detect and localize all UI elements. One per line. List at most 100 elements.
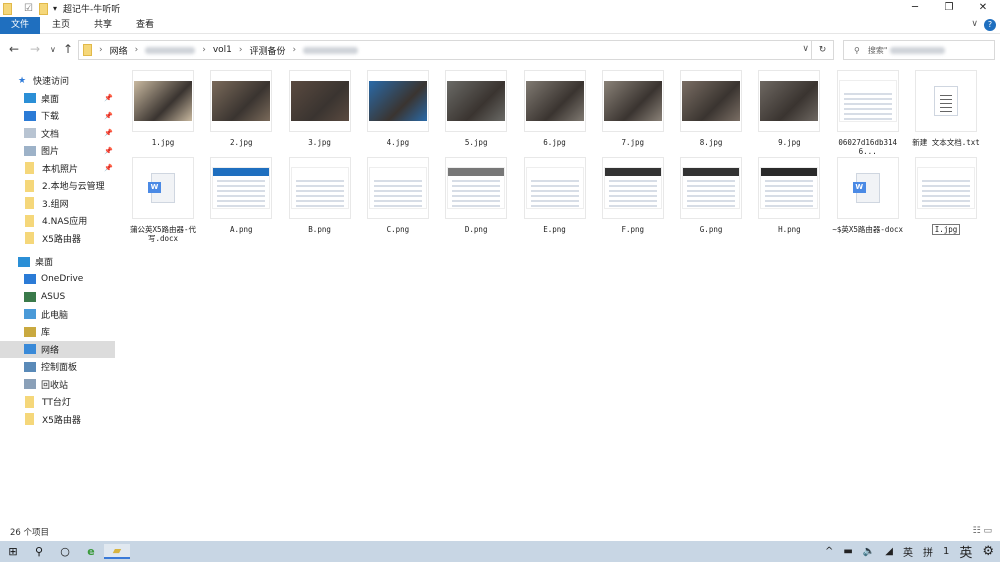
file-item[interactable]: 7.jpg	[595, 70, 671, 147]
sidebar-item[interactable]: 4.NAS应用	[0, 212, 115, 230]
battery-icon[interactable]: ▬	[843, 546, 852, 557]
sidebar-item[interactable]: TT台灯	[0, 393, 115, 411]
pin-icon[interactable]: 📌	[104, 147, 113, 155]
file-item[interactable]: 8.jpg	[673, 70, 749, 147]
sidebar-item[interactable]: 网络	[0, 340, 115, 358]
file-item[interactable]: I.jpg	[908, 157, 984, 235]
file-item[interactable]: 06027d16db3146...	[830, 70, 906, 156]
pin-icon[interactable]: 📌	[104, 164, 113, 172]
new-folder-icon[interactable]	[38, 2, 48, 15]
search-input[interactable]: ⚲ 搜索"	[843, 40, 995, 60]
folder-icon	[25, 232, 34, 245]
sidebar-item[interactable]: 控制面板	[0, 358, 115, 376]
start-button[interactable]: ⊞	[0, 545, 26, 558]
search-button[interactable]: ⚲	[26, 545, 52, 558]
file-item[interactable]: 2.jpg	[203, 70, 279, 147]
breadcrumb-host-blurred[interactable]	[145, 46, 196, 54]
view-toggle[interactable]: ☷ ▭	[973, 526, 992, 536]
pin-icon[interactable]: 📌	[104, 94, 113, 102]
sidebar-item[interactable]: 3.组网	[0, 195, 115, 213]
tab-view[interactable]: 查看	[124, 17, 166, 34]
pin-icon[interactable]: 📌	[104, 112, 113, 120]
maximize-button[interactable]: ❐	[932, 0, 966, 16]
file-thumbnail	[210, 157, 273, 219]
breadcrumb-network[interactable]: 网络	[110, 44, 128, 57]
ime-mode[interactable]: 拼	[923, 544, 933, 559]
word-document-icon: W	[852, 173, 880, 203]
file-item[interactable]: E.png	[517, 157, 593, 234]
file-name: 8.jpg	[699, 138, 723, 147]
tab-file[interactable]: 文件	[0, 16, 40, 34]
file-item[interactable]: B.png	[282, 157, 358, 234]
forward-button[interactable]: →	[30, 42, 40, 56]
item-count: 26 个项目	[10, 528, 50, 538]
pin-icon[interactable]: 📌	[104, 129, 113, 137]
file-item[interactable]: A.png	[203, 157, 279, 234]
ime-language[interactable]: 英	[903, 544, 913, 559]
sidebar-item[interactable]: ASUS	[0, 288, 115, 306]
file-name: I.jpg	[931, 224, 961, 235]
tab-home[interactable]: 主页	[40, 17, 82, 34]
sidebar-item[interactable]: 桌面 📌	[0, 90, 115, 108]
cortana-button[interactable]: ○	[52, 545, 78, 558]
file-item[interactable]: 9.jpg	[751, 70, 827, 147]
file-thumbnail	[366, 70, 429, 132]
file-item[interactable]: D.png	[438, 157, 514, 234]
sidebar-item[interactable]: 图片 📌	[0, 142, 115, 160]
close-button[interactable]: ✕	[966, 0, 1000, 16]
expand-ribbon-icon[interactable]: ∨	[971, 19, 978, 29]
file-item[interactable]: 5.jpg	[438, 70, 514, 147]
sidebar-item[interactable]: OneDrive	[0, 271, 115, 289]
breadcrumb-folder-blurred[interactable]	[303, 46, 359, 54]
sidebar-item-label: 文档	[41, 129, 60, 140]
file-item[interactable]: 1.jpg	[125, 70, 201, 147]
folder-icon	[25, 413, 34, 426]
sidebar-item[interactable]: 桌面	[0, 253, 115, 271]
file-explorer-taskbar-icon[interactable]: ▰	[104, 544, 130, 559]
file-item[interactable]: W ~$英X5路由器-docx	[830, 157, 906, 234]
browser-taskbar-icon[interactable]: e	[78, 545, 104, 558]
file-item[interactable]: H.png	[751, 157, 827, 234]
sidebar-item[interactable]: 2.本地与云管理	[0, 177, 115, 195]
quick-access-dropdown-icon[interactable]: ▾	[53, 4, 57, 13]
back-button[interactable]: ←	[9, 42, 19, 56]
sidebar-item[interactable]: 此电脑	[0, 306, 115, 324]
breadcrumb-vol1[interactable]: vol1	[213, 45, 232, 55]
wifi-icon[interactable]: ◢	[885, 546, 893, 557]
sidebar-item[interactable]: ★ 快速访问	[0, 72, 115, 90]
notification-count[interactable]: 1	[943, 546, 949, 557]
file-item[interactable]: 6.jpg	[517, 70, 593, 147]
show-hidden-icons[interactable]: ^	[825, 546, 833, 557]
file-item[interactable]: 新建 文本文档.txt	[908, 70, 984, 147]
properties-icon[interactable]: ☑	[24, 3, 33, 14]
address-dropdown-icon[interactable]: ∨	[802, 44, 809, 54]
sidebar-item[interactable]: X5路由器	[0, 411, 115, 429]
sidebar-item[interactable]: 本机照片 📌	[0, 160, 115, 178]
file-item[interactable]: W 蒲公英X5路由器-代写.docx	[125, 157, 201, 243]
up-button[interactable]: ↑	[63, 42, 73, 56]
sidebar-item[interactable]: 文档 📌	[0, 125, 115, 143]
refresh-button[interactable]: ↻	[811, 41, 833, 59]
breadcrumb-backup[interactable]: 评测备份	[250, 44, 286, 57]
file-item[interactable]: 3.jpg	[282, 70, 358, 147]
minimize-button[interactable]: ─	[898, 0, 932, 16]
file-item[interactable]: 4.jpg	[360, 70, 436, 147]
tab-share[interactable]: 共享	[82, 17, 124, 34]
volume-icon[interactable]: 🔈	[863, 546, 875, 557]
file-item[interactable]: G.png	[673, 157, 749, 234]
file-thumbnail	[758, 157, 821, 219]
address-bar[interactable]: › 网络 › › vol1 › 评测备份 › ∨ ↻	[78, 40, 834, 60]
recent-locations-button[interactable]: ∨	[50, 45, 56, 54]
computer-icon	[24, 309, 36, 320]
file-name: 蒲公英X5路由器-代写.docx	[129, 225, 197, 243]
sidebar-item[interactable]: 下载 📌	[0, 107, 115, 125]
file-item[interactable]: C.png	[360, 157, 436, 234]
sidebar-item[interactable]: 库	[0, 323, 115, 341]
folder-icon	[25, 162, 34, 175]
sidebar-item[interactable]: X5路由器	[0, 230, 115, 248]
file-item[interactable]: F.png	[595, 157, 671, 234]
sidebar-item[interactable]: 回收站	[0, 376, 115, 394]
input-language[interactable]: 英	[959, 542, 972, 561]
help-icon[interactable]: ?	[984, 19, 996, 31]
settings-icon[interactable]: ⚙	[982, 544, 994, 559]
